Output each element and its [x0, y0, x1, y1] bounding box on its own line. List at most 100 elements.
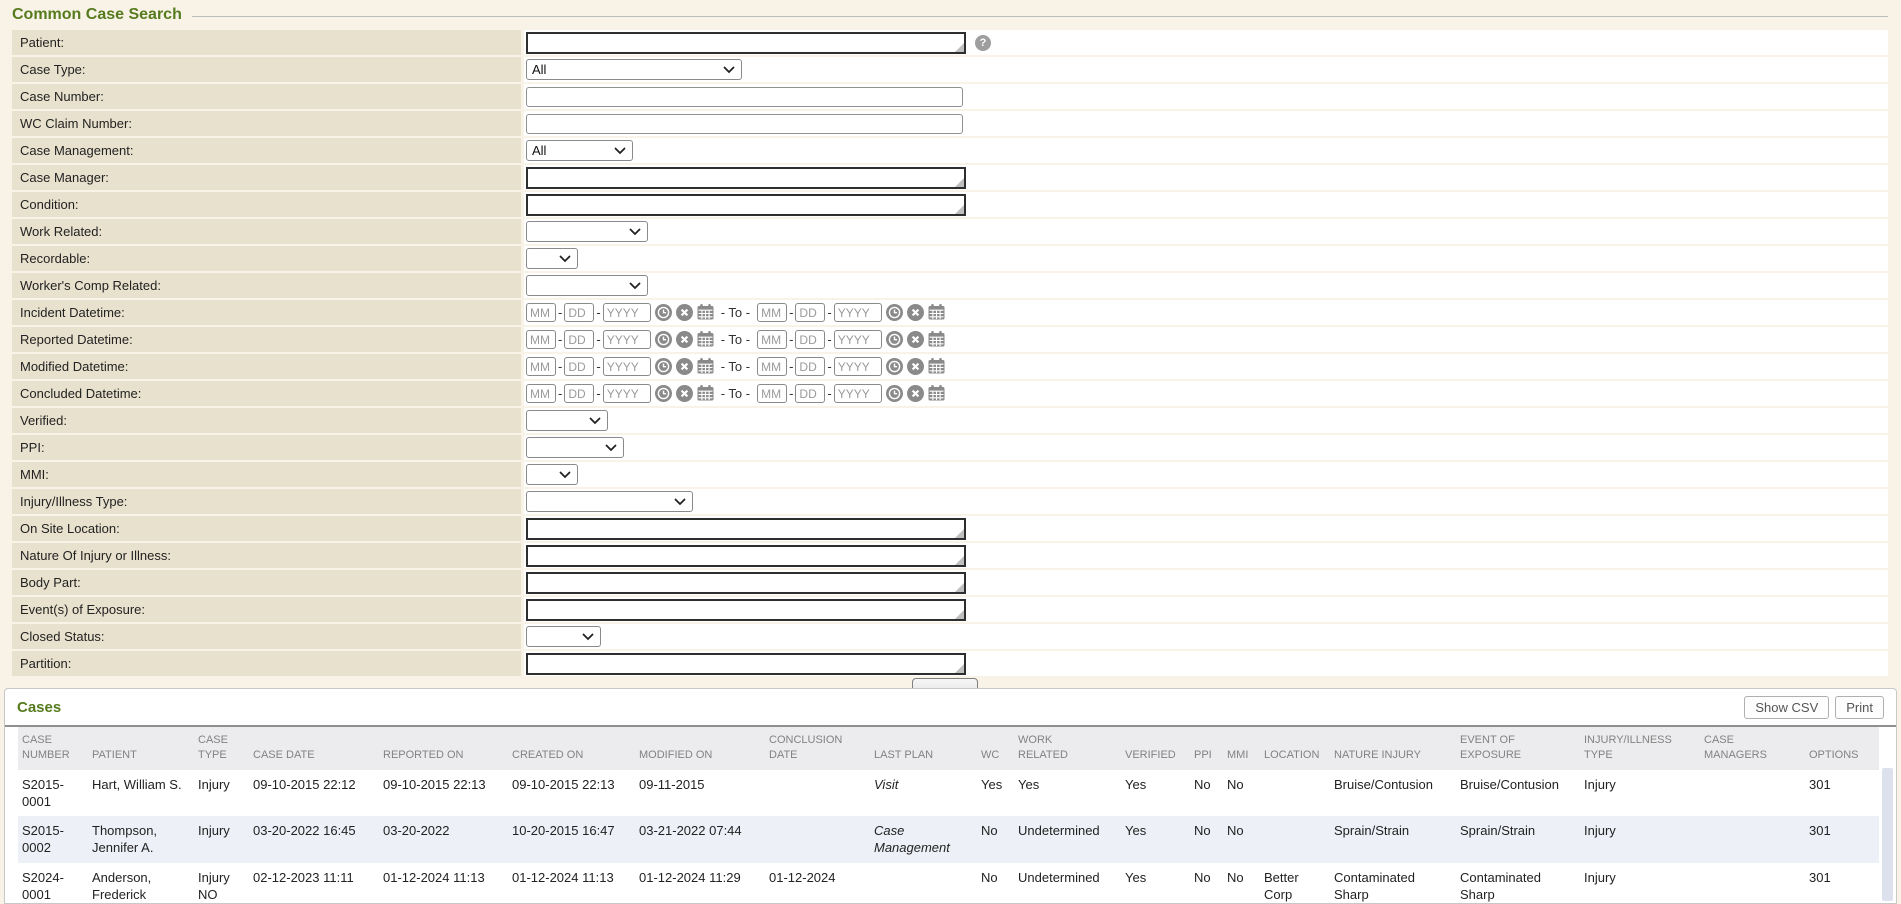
column-header-options[interactable]: OPTIONS [1809, 727, 1879, 770]
reported-datetime-to-month-input[interactable] [757, 330, 787, 349]
concluded-datetime-from-year-input[interactable] [603, 384, 651, 403]
worker-s-comp-related-select[interactable] [526, 275, 648, 296]
show-csv-button[interactable]: Show CSV [1744, 696, 1829, 719]
resize-grip-icon[interactable] [955, 610, 964, 619]
clear-icon[interactable] [907, 304, 924, 321]
calendar-icon[interactable] [697, 385, 714, 402]
resize-grip-icon[interactable] [955, 529, 964, 538]
body-part-field[interactable] [526, 572, 966, 594]
modified-datetime-to-year-input[interactable] [834, 357, 882, 376]
column-header-conclusion-date[interactable]: CONCLUSION DATE [769, 727, 874, 770]
calendar-icon[interactable] [697, 331, 714, 348]
modified-datetime-from-month-input[interactable] [526, 357, 556, 376]
patient-field[interactable] [526, 32, 966, 54]
clear-icon[interactable] [676, 358, 693, 375]
verified-select[interactable] [526, 410, 608, 431]
calendar-icon[interactable] [928, 304, 945, 321]
calendar-icon[interactable] [928, 358, 945, 375]
calendar-icon[interactable] [697, 358, 714, 375]
print-button[interactable]: Print [1835, 696, 1884, 719]
column-header-created-on[interactable]: CREATED ON [512, 727, 639, 770]
injury-illness-type-select[interactable] [526, 491, 693, 512]
reported-datetime-from-year-input[interactable] [603, 330, 651, 349]
modified-datetime-to-day-input[interactable] [795, 357, 825, 376]
case-type-select[interactable]: All [526, 59, 742, 80]
column-header-nature-injury[interactable]: NATURE INJURY [1334, 727, 1460, 770]
partition-field[interactable] [526, 653, 966, 675]
resize-grip-icon[interactable] [955, 178, 964, 187]
column-header-wc[interactable]: WC [981, 727, 1018, 770]
incident-datetime-to-month-input[interactable] [757, 303, 787, 322]
search-button[interactable] [912, 678, 978, 688]
calendar-icon[interactable] [928, 385, 945, 402]
concluded-datetime-to-day-input[interactable] [795, 384, 825, 403]
column-header-last-plan[interactable]: LAST PLAN [874, 727, 981, 770]
resize-grip-icon[interactable] [955, 205, 964, 214]
incident-datetime-from-day-input[interactable] [564, 303, 594, 322]
modified-datetime-from-year-input[interactable] [603, 357, 651, 376]
clock-icon[interactable] [655, 331, 672, 348]
resize-grip-icon[interactable] [955, 556, 964, 565]
nature-of-injury-or-illness-field[interactable] [526, 545, 966, 567]
column-header-reported-on[interactable]: REPORTED ON [383, 727, 512, 770]
clock-icon[interactable] [886, 358, 903, 375]
case-management-select[interactable]: All [526, 140, 633, 161]
case-number-input[interactable] [526, 87, 963, 107]
clear-icon[interactable] [676, 304, 693, 321]
column-header-case-date[interactable]: CASE DATE [253, 727, 383, 770]
concluded-datetime-from-month-input[interactable] [526, 384, 556, 403]
clock-icon[interactable] [886, 385, 903, 402]
table-row[interactable]: S2015-0002Thompson, Jennifer A.Injury03-… [18, 816, 1879, 863]
clear-icon[interactable] [676, 331, 693, 348]
case-manager-field[interactable] [526, 167, 966, 189]
work-related-select[interactable] [526, 221, 648, 242]
concluded-datetime-to-month-input[interactable] [757, 384, 787, 403]
concluded-datetime-to-year-input[interactable] [834, 384, 882, 403]
clock-icon[interactable] [655, 304, 672, 321]
clock-icon[interactable] [886, 304, 903, 321]
incident-datetime-from-year-input[interactable] [603, 303, 651, 322]
column-header-mmi[interactable]: MMI [1227, 727, 1264, 770]
calendar-icon[interactable] [928, 331, 945, 348]
modified-datetime-to-month-input[interactable] [757, 357, 787, 376]
recordable-select[interactable] [526, 248, 578, 269]
modified-datetime-from-day-input[interactable] [564, 357, 594, 376]
concluded-datetime-from-day-input[interactable] [564, 384, 594, 403]
help-icon[interactable]: ? [975, 35, 991, 51]
clock-icon[interactable] [655, 385, 672, 402]
wc-claim-number-input[interactable] [526, 114, 963, 134]
column-header-event-of-exposure[interactable]: EVENT OF EXPOSURE [1460, 727, 1584, 770]
column-header-injury-illness-type[interactable]: INJURY/ILLNESS TYPE [1584, 727, 1704, 770]
column-header-location[interactable]: LOCATION [1264, 727, 1334, 770]
clear-icon[interactable] [676, 385, 693, 402]
incident-datetime-to-year-input[interactable] [834, 303, 882, 322]
clock-icon[interactable] [655, 358, 672, 375]
column-header-case-number[interactable]: CASE NUMBER [18, 727, 92, 770]
incident-datetime-from-month-input[interactable] [526, 303, 556, 322]
ppi-select[interactable] [526, 437, 624, 458]
clear-icon[interactable] [907, 331, 924, 348]
condition-field[interactable] [526, 194, 966, 216]
reported-datetime-from-month-input[interactable] [526, 330, 556, 349]
column-header-case-managers[interactable]: CASE MANAGERS [1704, 727, 1809, 770]
mmi-select[interactable] [526, 464, 578, 485]
table-row[interactable]: S2015-0001Hart, William S.Injury09-10-20… [18, 770, 1879, 817]
column-header-case-type[interactable]: CASE TYPE [198, 727, 253, 770]
column-header-work-related[interactable]: WORK RELATED [1018, 727, 1125, 770]
column-header-patient[interactable]: PATIENT [92, 727, 198, 770]
reported-datetime-to-year-input[interactable] [834, 330, 882, 349]
clear-icon[interactable] [907, 358, 924, 375]
clock-icon[interactable] [886, 331, 903, 348]
column-header-modified-on[interactable]: MODIFIED ON [639, 727, 769, 770]
column-header-verified[interactable]: VERIFIED [1125, 727, 1194, 770]
incident-datetime-to-day-input[interactable] [795, 303, 825, 322]
vertical-scrollbar[interactable] [1882, 768, 1893, 901]
reported-datetime-to-day-input[interactable] [795, 330, 825, 349]
table-row[interactable]: S2024-0001Anderson, FrederickInjury NO02… [18, 863, 1879, 904]
on-site-location-field[interactable] [526, 518, 966, 540]
column-header-ppi[interactable]: PPI [1194, 727, 1227, 770]
resize-grip-icon[interactable] [955, 43, 964, 52]
resize-grip-icon[interactable] [955, 583, 964, 592]
clear-icon[interactable] [907, 385, 924, 402]
resize-grip-icon[interactable] [955, 664, 964, 673]
